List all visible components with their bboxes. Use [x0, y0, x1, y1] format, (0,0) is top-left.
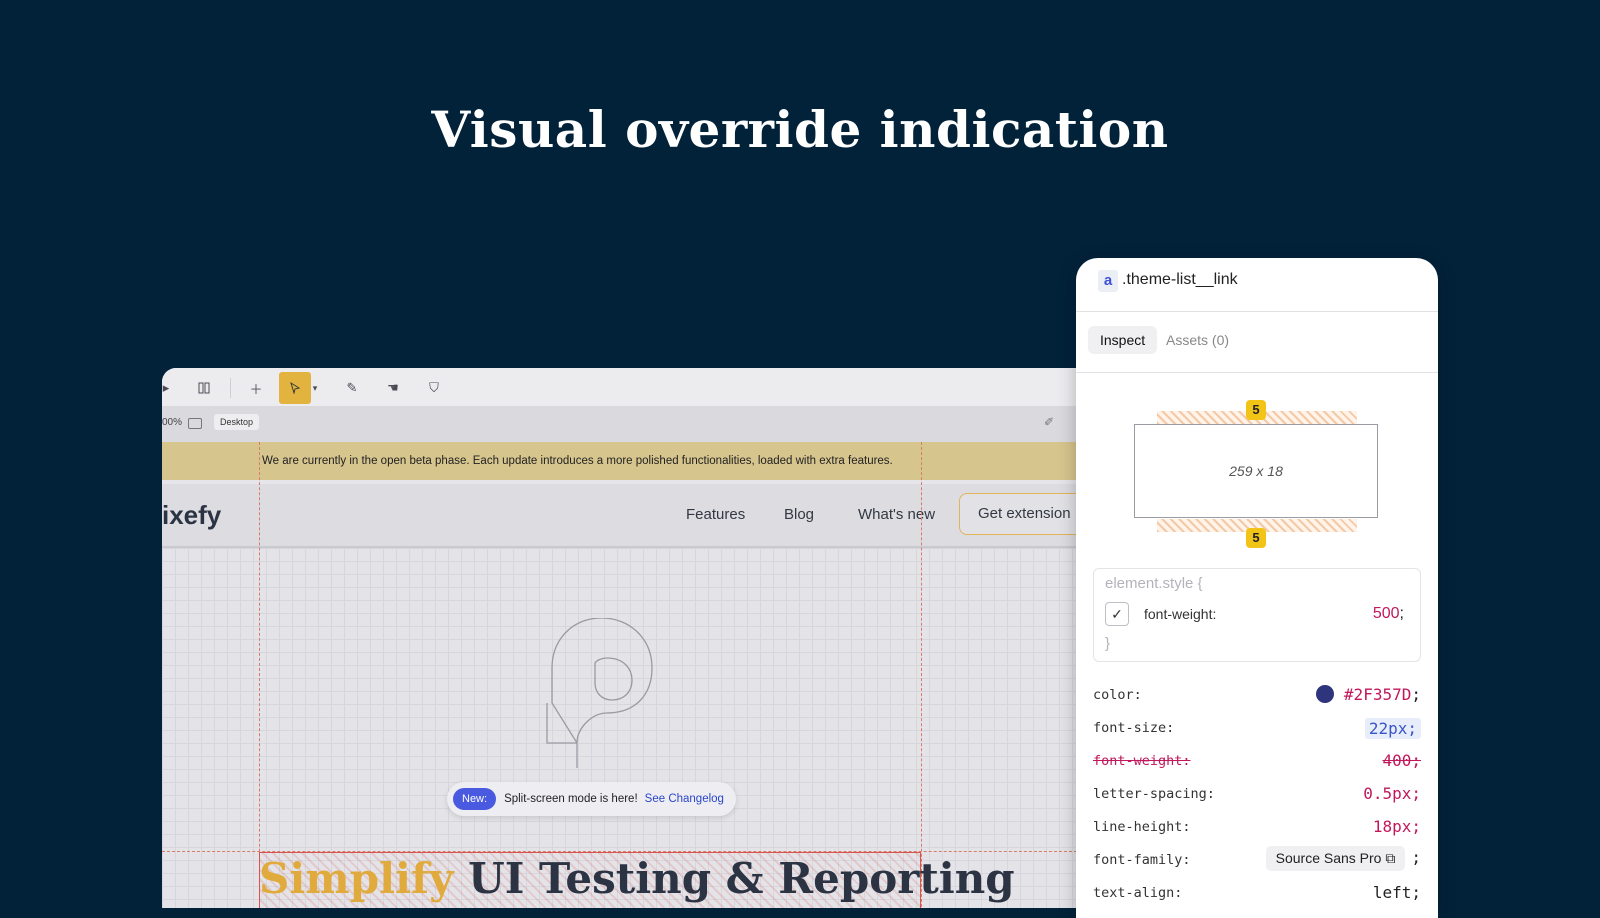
override-prop-value[interactable]: 500;	[1373, 605, 1404, 623]
zoom-level[interactable]: 00%	[162, 417, 182, 428]
device-icon[interactable]	[188, 418, 202, 429]
inspector-panel: a .theme-list__link Inspect Assets (0) 2…	[1076, 258, 1438, 918]
get-extension-button[interactable]: Get extension	[959, 493, 1082, 535]
site-navbar: ixefy Features Blog What's new Get exten…	[162, 484, 1082, 548]
changelog-toast: New: Split-screen mode is here! See Chan…	[447, 782, 736, 816]
element-style-close: }	[1105, 635, 1111, 652]
element-tag-badge: a	[1098, 270, 1118, 292]
inspector-tabs: Inspect Assets (0)	[1076, 312, 1438, 373]
get-extension-label: Get extension	[978, 505, 1071, 522]
tab-assets[interactable]: Assets (0)	[1166, 332, 1229, 348]
guide-line-left	[259, 442, 260, 908]
chevron-down-icon[interactable]: ▾	[308, 374, 322, 402]
nav-link-blog[interactable]: Blog	[784, 506, 814, 523]
select-tool-icon[interactable]	[279, 372, 311, 404]
nav-link-whats-new[interactable]: What's new	[858, 506, 935, 523]
prop-row-line-height: line-height: 18px;	[1093, 817, 1421, 836]
eyedropper-icon[interactable]: ✐	[1044, 415, 1054, 429]
play-icon[interactable]: ▸	[162, 374, 180, 402]
prop-row-font-size: font-size: 22px;	[1093, 717, 1421, 741]
external-link-icon: ⧉	[1385, 850, 1396, 866]
prop-row-text-align: text-align: left;	[1093, 883, 1421, 902]
split-view-icon[interactable]	[190, 374, 218, 402]
margin-bottom-badge: 5	[1246, 528, 1266, 548]
margin-top-badge: 5	[1246, 400, 1266, 420]
prop-row-font-family: font-family: Source Sans Pro ⧉;	[1093, 846, 1421, 876]
pencil-icon[interactable]: ✎	[338, 374, 366, 402]
hero-title-rest: UI Testing & Reporting	[453, 854, 1015, 903]
beta-banner: We are currently in the open beta phase.…	[162, 442, 1082, 480]
tab-inspect[interactable]: Inspect	[1088, 326, 1158, 354]
selector-name: .theme-list__link	[1122, 271, 1238, 288]
inspector-header: a .theme-list__link	[1076, 258, 1438, 312]
toast-text: Split-screen mode is here!	[504, 793, 638, 805]
hero-title-highlight: Simplify	[259, 854, 454, 903]
prop-row-letter-spacing: letter-spacing: 0.5px;	[1093, 784, 1421, 803]
add-icon[interactable]: ＋	[242, 374, 270, 402]
nav-link-features[interactable]: Features	[686, 506, 745, 523]
override-prop-name: font-weight:	[1144, 606, 1217, 622]
hand-icon[interactable]: ☚	[379, 374, 407, 402]
color-swatch[interactable]	[1315, 684, 1334, 703]
element-style-block: element.style { ✓ font-weight: 500; }	[1093, 568, 1421, 662]
page-headline: Visual override indication	[431, 100, 1169, 159]
browser-window: ▸ ＋ ▾ ✎ ☚ ⛉ 00% Desktop ✐ We are current…	[162, 368, 1082, 908]
editor-toolbar: ▸ ＋ ▾ ✎ ☚ ⛉	[162, 368, 1082, 407]
device-select[interactable]: Desktop	[214, 414, 260, 430]
box-model-content: 259 x 18	[1134, 424, 1378, 518]
device-bar: 00% Desktop ✐	[162, 406, 1082, 442]
site-logo[interactable]: ixefy	[162, 500, 221, 531]
font-family-chip[interactable]: Source Sans Pro ⧉	[1265, 846, 1406, 871]
font-weight-override-checkbox[interactable]: ✓	[1105, 602, 1129, 626]
new-badge: New:	[453, 788, 497, 810]
prop-row-font-weight-overridden: font-weight: 400;	[1093, 751, 1421, 770]
prop-row-color: color: #2F357D;	[1093, 684, 1421, 704]
see-changelog-link[interactable]: See Changelog	[645, 793, 724, 805]
hero-logo-icon	[546, 618, 653, 768]
guide-line-right	[921, 442, 922, 908]
shield-icon[interactable]: ⛉	[420, 374, 448, 402]
hero-title[interactable]: Simplify UI Testing & Reporting	[259, 854, 1015, 903]
beta-notice-text: We are currently in the open beta phase.…	[262, 455, 893, 467]
element-style-open: element.style {	[1105, 575, 1203, 592]
